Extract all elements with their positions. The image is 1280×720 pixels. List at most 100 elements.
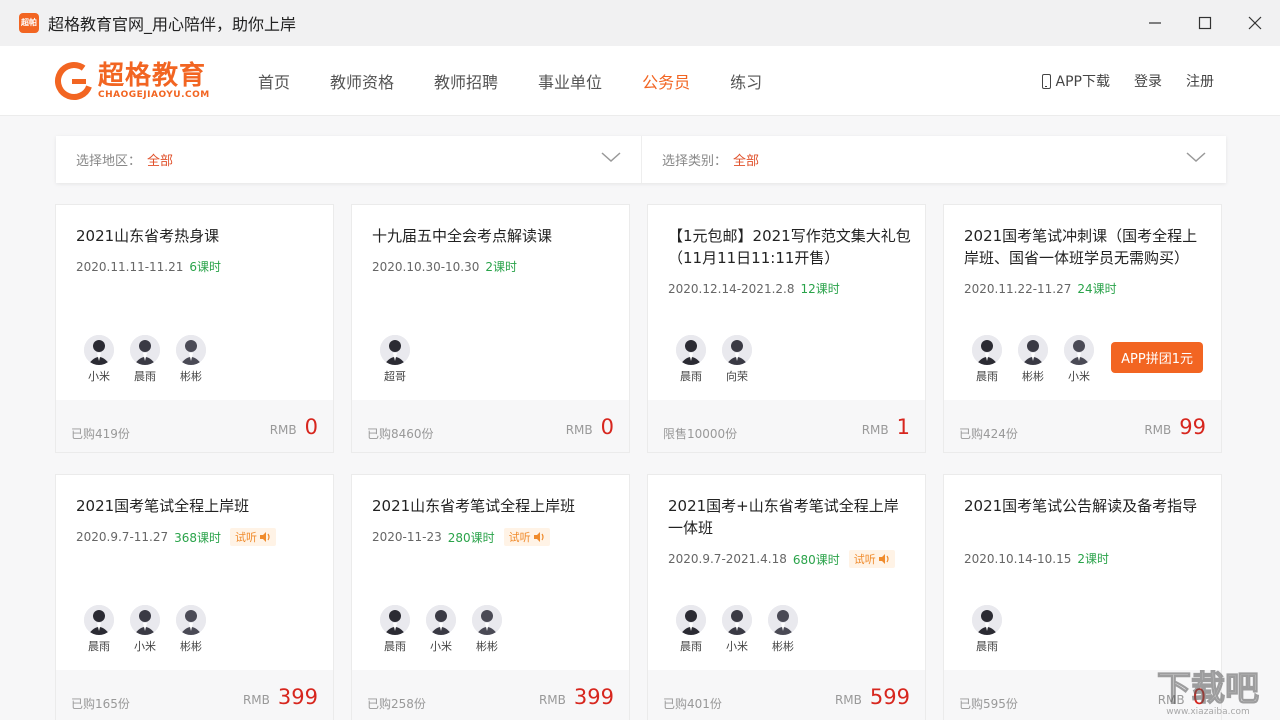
- teacher[interactable]: 晨雨: [964, 605, 1010, 654]
- teacher-name: 超哥: [384, 370, 406, 383]
- course-card[interactable]: 2021国考笔试全程上岸班 2020.9.7-11.27 368课时 试听晨雨 小米 彬彬…: [55, 474, 334, 720]
- site-logo[interactable]: 超格教育 CHAOGEJIAOYU.COM: [54, 60, 234, 102]
- course-price: RMB 1: [862, 415, 910, 439]
- currency-label: RMB: [861, 423, 889, 437]
- region-filter-label: 选择地区：: [76, 154, 142, 169]
- avatar: [722, 335, 752, 365]
- window-titlebar: 超帕 超格教育官网_用心陪伴，助你上岸: [0, 0, 1280, 46]
- nav-teacher-recruitment[interactable]: 教师招聘: [434, 69, 498, 93]
- teacher[interactable]: 小米: [418, 605, 464, 654]
- nav-home[interactable]: 首页: [258, 69, 290, 93]
- speaker-icon: [878, 554, 889, 564]
- register-link[interactable]: 注册: [1186, 71, 1214, 91]
- nav-public-institution[interactable]: 事业单位: [538, 69, 602, 93]
- course-meta: 2020.9.7-11.27 368课时 试听: [76, 528, 277, 546]
- region-filter[interactable]: 选择地区： 全部: [56, 136, 641, 183]
- course-lessons: 2课时: [1077, 552, 1110, 566]
- avatar: [472, 605, 502, 635]
- header-actions: APP下载 登录 注册: [1018, 46, 1214, 116]
- course-lessons: 280课时: [447, 530, 495, 545]
- course-card[interactable]: 2021山东省考热身课 2020.11.11-11.21 6课时 小米 晨雨 彬彬 已购41…: [55, 204, 334, 453]
- teacher[interactable]: 小米: [1056, 335, 1102, 384]
- avatar: [972, 335, 1002, 365]
- teacher[interactable]: 晨雨: [76, 605, 122, 654]
- course-meta: 2020.10.30-10.30 2课时: [372, 258, 517, 275]
- course-price: RMB 399: [539, 685, 614, 709]
- price-amount: 1: [896, 415, 910, 439]
- nav-practice[interactable]: 练习: [730, 69, 762, 93]
- teacher[interactable]: 晨雨: [372, 605, 418, 654]
- window-title: 超格教育官网_用心陪伴，助你上岸: [48, 15, 297, 34]
- sold-count: 已购258份: [367, 697, 426, 711]
- minimize-button[interactable]: [1130, 0, 1180, 46]
- currency-label: RMB: [242, 693, 270, 707]
- logo-text-en: CHAOGEJIAOYU.COM: [98, 89, 210, 100]
- course-card[interactable]: 2021国考+山东省考笔试全程上岸一体班 2020.9.7-2021.4.18 68…: [647, 474, 926, 720]
- avatar-photo: [130, 605, 160, 635]
- teacher[interactable]: 小米: [122, 605, 168, 654]
- course-card[interactable]: 2021山东省考笔试全程上岸班 2020-11-23 280课时 试听 晨雨 小米 彬彬 已购…: [351, 474, 630, 720]
- avatar: [676, 605, 706, 635]
- course-meta: 2020.10.14-10.15 2课时: [964, 550, 1109, 567]
- teacher[interactable]: 向荣: [714, 335, 760, 384]
- teacher-name: 彬彬: [180, 640, 202, 653]
- group-buy-button[interactable]: APP拼团1元: [1111, 342, 1203, 373]
- category-filter[interactable]: 选择类别： 全部: [641, 136, 1226, 183]
- avatar: [176, 335, 206, 365]
- avatar-photo: [176, 605, 206, 635]
- course-card[interactable]: 2021国考笔试冲刺课（国考全程上岸班、国省一体班学员无需购买） 2020.11.…: [943, 204, 1222, 453]
- card-footer: 已购419份 RMB 0: [56, 400, 333, 452]
- avatar-photo: [722, 605, 752, 635]
- trial-badge[interactable]: 试听: [503, 528, 550, 546]
- avatar: [176, 605, 206, 635]
- teacher[interactable]: 晨雨: [122, 335, 168, 384]
- nav-teacher-qualification[interactable]: 教师资格: [330, 69, 394, 93]
- card-footer: 限售10000份 RMB 1: [648, 400, 925, 452]
- teacher[interactable]: 彬彬: [760, 605, 806, 654]
- teacher-name: 晨雨: [976, 370, 998, 383]
- maximize-button[interactable]: [1180, 0, 1230, 46]
- course-meta: 2020.12.14-2021.2.8 12课时: [668, 280, 840, 297]
- course-lessons: 368课时: [174, 530, 222, 545]
- price-amount: 0: [304, 415, 318, 439]
- teacher-name: 彬彬: [476, 640, 498, 653]
- close-button[interactable]: [1230, 0, 1280, 46]
- course-card[interactable]: 【1元包邮】2021写作范文集大礼包（11月11日11:11开售） 2020.12…: [647, 204, 926, 453]
- teacher-name: 晨雨: [88, 640, 110, 653]
- teacher[interactable]: 晨雨: [668, 605, 714, 654]
- teacher[interactable]: 小米: [76, 335, 122, 384]
- teacher-name: 小米: [88, 370, 110, 383]
- course-date: 2020.10.30-10.30: [372, 259, 480, 274]
- avatar: [722, 605, 752, 635]
- avatar-photo: [472, 605, 502, 635]
- teacher[interactable]: 超哥: [372, 335, 418, 384]
- teacher-list: 晨雨 小米 彬彬: [76, 605, 214, 654]
- login-link[interactable]: 登录: [1134, 71, 1162, 91]
- chevron-down-icon: [1186, 152, 1206, 163]
- app-download-link[interactable]: APP下载: [1041, 71, 1110, 91]
- region-filter-value: 全部: [147, 154, 174, 169]
- window-controls: [1130, 0, 1280, 46]
- course-title: 2021国考笔试全程上岸班: [76, 497, 250, 515]
- teacher[interactable]: 彬彬: [168, 605, 214, 654]
- teacher[interactable]: 晨雨: [964, 335, 1010, 384]
- course-price: RMB 399: [243, 685, 318, 709]
- nav-civil-servant[interactable]: 公务员: [642, 69, 690, 93]
- teacher[interactable]: 彬彬: [1010, 335, 1056, 384]
- teacher[interactable]: 彬彬: [464, 605, 510, 654]
- trial-label: 试听: [508, 531, 531, 544]
- course-card[interactable]: 十九届五中全会考点解读课 2020.10.30-10.30 2课时 超哥 已购8460份…: [351, 204, 630, 453]
- course-price: RMB 0: [270, 415, 318, 439]
- avatar-photo: [1018, 335, 1048, 365]
- trial-badge[interactable]: 试听: [230, 528, 277, 546]
- avatar-photo: [972, 605, 1002, 635]
- trial-badge[interactable]: 试听: [848, 550, 895, 568]
- teacher[interactable]: 小米: [714, 605, 760, 654]
- course-meta: 2020.9.7-2021.4.18 680课时 试听: [668, 550, 895, 568]
- svg-text:下载吧: 下载吧: [1157, 669, 1259, 709]
- teacher[interactable]: 晨雨: [668, 335, 714, 384]
- avatar-photo: [768, 605, 798, 635]
- course-date: 2020-11-23: [372, 530, 442, 544]
- sold-count: 已购165份: [71, 697, 130, 711]
- teacher[interactable]: 彬彬: [168, 335, 214, 384]
